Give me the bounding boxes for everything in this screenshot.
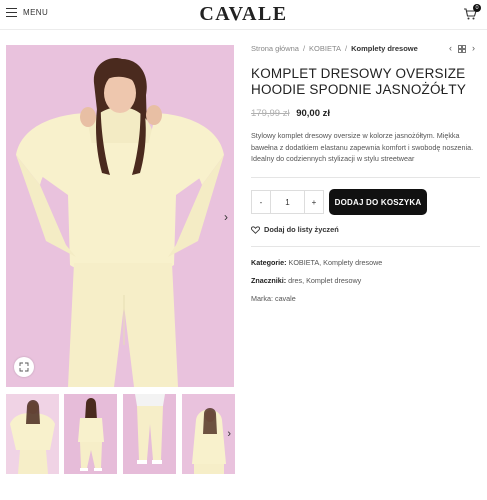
- add-to-cart-button[interactable]: DODAJ DO KOSZYKA: [329, 189, 427, 215]
- thumbnail-strip: ›: [6, 394, 235, 474]
- breadcrumb-current: Komplety dresowe: [351, 44, 418, 53]
- quantity-minus-button[interactable]: -: [251, 190, 271, 214]
- product-photo: [6, 45, 234, 387]
- main-product-image[interactable]: ›: [6, 45, 234, 387]
- chevron-left-icon[interactable]: ‹: [449, 43, 452, 53]
- thumbnail-next-arrow[interactable]: ›: [227, 428, 231, 440]
- product-tags: Znaczniki: dres, Komplet dresowy: [251, 276, 362, 285]
- site-header: MENU CAVALE 0: [0, 0, 487, 30]
- thumbnail-4[interactable]: ›: [182, 394, 235, 474]
- brand-link[interactable]: cavale: [275, 294, 296, 303]
- breadcrumb-home[interactable]: Strona główna: [251, 44, 299, 53]
- product-categories: Kategorie: KOBIETA, Komplety dresowe: [251, 258, 383, 267]
- quantity-plus-button[interactable]: +: [304, 190, 324, 214]
- grid-icon[interactable]: [458, 45, 466, 53]
- thumbnail-2[interactable]: [64, 394, 117, 474]
- divider: [251, 177, 480, 178]
- brand-label: Marka:: [251, 294, 273, 303]
- breadcrumb-kobieta[interactable]: KOBIETA: [309, 44, 341, 53]
- quantity-stepper: - +: [251, 190, 324, 214]
- tag-link-komplet[interactable]: Komplet dresowy: [306, 276, 361, 285]
- categories-label: Kategorie:: [251, 258, 287, 267]
- image-next-arrow[interactable]: ›: [224, 210, 228, 224]
- zoom-button[interactable]: [14, 357, 34, 377]
- breadcrumb: Strona główna / KOBIETA / Komplety dreso…: [251, 44, 418, 53]
- chevron-right-icon[interactable]: ›: [472, 43, 475, 53]
- quantity-input[interactable]: [271, 190, 304, 214]
- breadcrumb-separator: /: [302, 44, 306, 53]
- price-new: 90,00 zł: [296, 108, 331, 119]
- product-title: KOMPLET DRESOWY OVERSIZE HOODIE SPODNIE …: [251, 66, 467, 97]
- site-logo[interactable]: CAVALE: [0, 3, 487, 26]
- product-navigation: ‹ ›: [449, 43, 475, 53]
- cart-button[interactable]: 0: [463, 4, 481, 21]
- thumbnail-3[interactable]: [123, 394, 176, 474]
- cart-count-badge: 0: [473, 4, 481, 12]
- product-brand: Marka: cavale: [251, 294, 296, 303]
- tag-link-dres[interactable]: dres: [288, 276, 302, 285]
- wishlist-label: Dodaj do listy życzeń: [264, 225, 339, 234]
- product-price: 179,99 zł 90,00 zł: [251, 108, 330, 119]
- divider: [251, 246, 480, 247]
- zoom-icon: [19, 362, 29, 372]
- breadcrumb-separator: /: [345, 44, 348, 53]
- category-link-kobieta[interactable]: KOBIETA: [289, 258, 320, 267]
- thumbnail-1[interactable]: [6, 394, 59, 474]
- wishlist-button[interactable]: Dodaj do listy życzeń: [251, 225, 339, 234]
- category-link-komplety[interactable]: Komplety dresowe: [323, 258, 382, 267]
- price-old: 179,99 zł: [251, 108, 290, 119]
- tags-label: Znaczniki:: [251, 276, 287, 285]
- product-description: Stylowy komplet dresowy oversize w kolor…: [251, 131, 474, 163]
- heart-icon: [251, 225, 260, 234]
